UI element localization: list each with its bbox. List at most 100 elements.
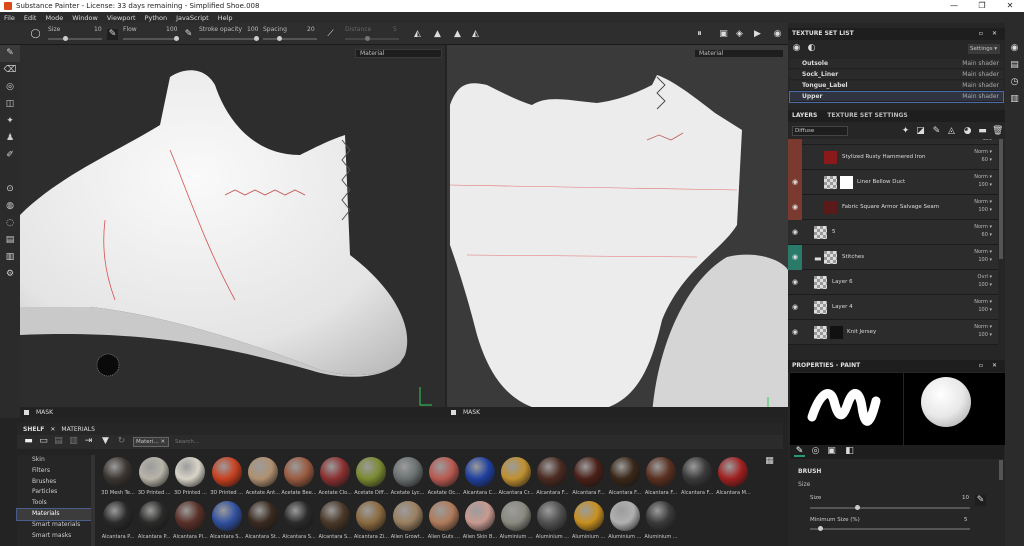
material-thumbnail[interactable]: Aluminium ... [643, 501, 679, 546]
material-thumbnail[interactable]: 3D Printed ... [172, 457, 208, 503]
size-slider[interactable] [48, 36, 102, 41]
visibility-eye-icon[interactable]: ◉ [792, 254, 800, 261]
distance-slider[interactable] [345, 36, 399, 41]
material-thumbnail[interactable]: Acetate Ant... [245, 457, 281, 503]
float-icon[interactable]: ▫ [979, 28, 983, 40]
viewport-2d-mask-label[interactable]: MASK [463, 409, 480, 416]
category-scrollbar[interactable] [91, 455, 95, 546]
visibility-eye-icon[interactable]: ◉ [792, 329, 800, 336]
fill-icon[interactable]: ▲ [452, 29, 463, 40]
add-folder-icon[interactable]: ▬ [977, 126, 988, 137]
save-icon[interactable]: ▤ [53, 436, 64, 447]
spacing-slider[interactable] [263, 36, 317, 41]
close-button[interactable]: ✕ [996, 0, 1024, 12]
layer-row-layer-6[interactable]: ◉ Layer 6 Ovrl ▾ 100 ▾ [788, 270, 998, 295]
size-value[interactable]: 10 [94, 26, 102, 33]
layer-blend[interactable]: Norm ▾ 100 ▾ [974, 198, 992, 214]
material-thumbnail[interactable]: Alcantara Cr... [498, 457, 534, 503]
material-thumbnail[interactable]: Alcantara F... [534, 457, 570, 503]
material-thumbnail[interactable]: Acetate Oc... [426, 457, 462, 503]
eraser-icon[interactable]: ⌫ [0, 62, 20, 79]
add-layer-icon[interactable]: ◕ [962, 126, 973, 137]
material-thumbnail[interactable]: Alcantara C... [462, 457, 498, 503]
viewport-2d[interactable]: Material MASK [447, 45, 788, 418]
texture-set-sock-liner[interactable]: Sock_Liner Main shader [790, 70, 1003, 80]
spacing-value[interactable]: 20 [307, 26, 315, 33]
tab-shelf[interactable]: SHELF [23, 426, 44, 433]
menu-edit[interactable]: Edit [24, 14, 37, 22]
symmetry-icon[interactable]: ◭ [412, 29, 423, 40]
material-thumbnail[interactable]: Aluminium ... [571, 501, 607, 546]
close-icon[interactable]: ✕ [992, 360, 997, 372]
shader-label[interactable]: Main shader [962, 81, 999, 91]
menu-file[interactable]: File [4, 14, 15, 22]
close-icon[interactable]: ✕ [992, 28, 997, 40]
layer-blend[interactable]: Norm ▾ 60 ▾ [974, 148, 992, 164]
layer-blend[interactable]: Norm ▾ 100 ▾ [974, 248, 992, 264]
material-thumbnail[interactable]: Aluminium ... [607, 501, 643, 546]
export-icon[interactable]: ⇥ [83, 436, 94, 447]
distance-value[interactable]: 5 [393, 26, 397, 33]
viewport-3d-mask-label[interactable]: MASK [36, 409, 53, 416]
viewport-3d[interactable]: Material MASK [20, 45, 445, 418]
add-mask-icon[interactable]: ◪ [915, 126, 926, 137]
bake-icon[interactable]: ⊙ [0, 181, 20, 198]
material-thumbnail[interactable]: Alcantara F... [571, 457, 607, 503]
settings-icon[interactable]: ⚙ [0, 266, 20, 283]
menu-viewport[interactable]: Viewport [107, 14, 136, 22]
video-icon[interactable]: ▶ [752, 29, 763, 40]
category-tools[interactable]: Tools [17, 498, 91, 509]
material-thumbnail[interactable]: Aluminium ... [534, 501, 570, 546]
log-icon[interactable]: ▥ [1005, 91, 1024, 108]
tab-texture-set-settings[interactable]: TEXTURE SET SETTINGS [827, 110, 907, 122]
delete-icon[interactable]: 🗑 [992, 126, 1003, 137]
material-thumbnail[interactable]: 3D Mesh Te... [100, 457, 136, 503]
material-thumbnail[interactable]: 3D Printed ... [209, 457, 245, 503]
material-thumbnail[interactable]: Alcantara F... [643, 457, 679, 503]
camera-icon[interactable]: ◉ [772, 29, 783, 40]
new-folder-icon[interactable]: ▭ [38, 436, 49, 447]
layer-row-layer-4[interactable]: ◉ Layer 4 Norm ▾ 100 ▾ [788, 295, 998, 320]
flow-slider[interactable] [123, 36, 179, 41]
layer-blend[interactable]: Norm ▾ 100 ▾ [974, 323, 992, 339]
float-icon[interactable]: ▫ [979, 360, 983, 372]
tab-layers[interactable]: LAYERS [792, 110, 817, 122]
material-thumbnail[interactable]: Alcantara Pl... [172, 501, 208, 546]
min-size-slider[interactable] [810, 526, 970, 531]
visibility-eye-icon[interactable]: ◉ [792, 229, 800, 236]
layer-row-fabric-square-armor[interactable]: ◉ Fabric Square Armor Salvage Seam Norm … [788, 195, 998, 220]
viewport-3d-channel-dropdown[interactable]: Material [355, 49, 442, 58]
flow-pressure-icon[interactable]: ✎ [183, 29, 194, 40]
display-settings-icon[interactable]: ▤ [1005, 57, 1024, 74]
brush-size-slider[interactable] [810, 505, 970, 510]
visibility-eye-icon[interactable]: ◉ [792, 304, 800, 311]
material-thumbnail[interactable]: Alcantara Zi... [353, 501, 389, 546]
shader-label[interactable]: Main shader [962, 59, 999, 69]
clone-icon[interactable]: ♟ [0, 130, 20, 147]
layer-blend[interactable]: Norm ▾ 100 ▾ [974, 298, 992, 314]
js-icon[interactable]: ▤ [0, 232, 20, 249]
render-icon[interactable]: ◌ [0, 215, 20, 232]
maximize-button[interactable]: ❐ [968, 0, 996, 12]
category-smart-materials[interactable]: Smart materials [17, 520, 91, 531]
material-thumbnail[interactable]: Alcantara M... [715, 457, 751, 503]
brush-tab-icon[interactable]: ✎ [794, 446, 805, 457]
texture-set-upper[interactable]: Upper Main shader [789, 91, 1004, 103]
paint-brush-icon[interactable]: ✎ [0, 45, 20, 62]
material-thumbnail[interactable]: Acetate Bee... [281, 457, 317, 503]
menu-help[interactable]: Help [218, 14, 233, 22]
layer-row-liner-bellow-duct[interactable]: ◉ Liner Bellow Duct Norm ▾ 100 ▾ [788, 170, 998, 195]
material-id-icon[interactable]: ◍ [0, 198, 20, 215]
layer-row-knit-jersey[interactable]: ◉ Knit Jersey Norm ▾ 100 ▾ [788, 320, 998, 345]
stencil-tab-icon[interactable]: ◧ [844, 446, 855, 457]
alignment-icon[interactable]: ◭ [470, 29, 481, 40]
flow-value[interactable]: 100 [166, 26, 177, 33]
minimize-button[interactable]: — [940, 0, 968, 12]
category-filters[interactable]: Filters [17, 466, 91, 477]
layer-blend[interactable]: Norm ▾ 60 ▾ [974, 223, 992, 239]
tab-materials[interactable]: MATERIALS [61, 426, 94, 433]
material-thumbnail[interactable]: Alcantara F... [607, 457, 643, 503]
category-skin[interactable]: Skin [17, 455, 91, 466]
min-size-value[interactable]: 5 [964, 517, 968, 523]
material-thumbnail[interactable]: Alcantara S... [209, 501, 245, 546]
